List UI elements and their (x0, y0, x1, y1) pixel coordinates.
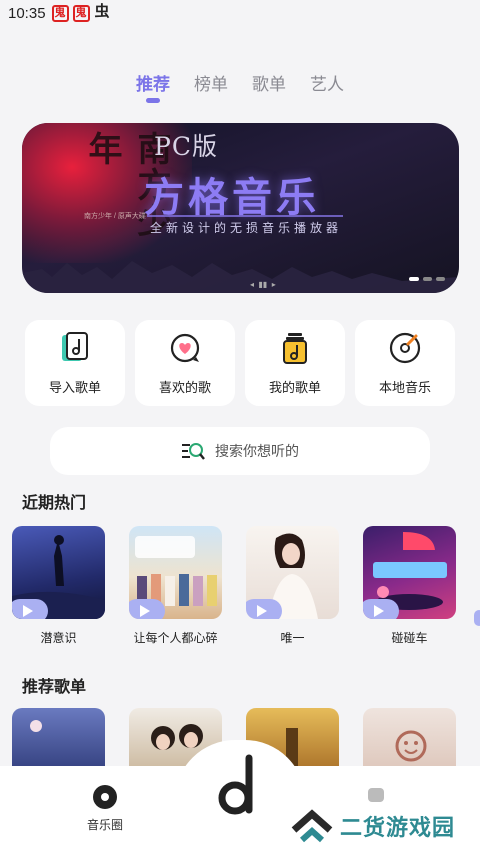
import-playlist-button[interactable]: 导入歌单 (25, 320, 125, 406)
hot-song-item[interactable]: 让每个人都心碎 (129, 526, 222, 656)
notification-icon-1: 鬼 (51, 4, 69, 22)
pager-dot (436, 277, 445, 281)
tab-label: 艺人 (310, 75, 344, 94)
hot-songs-list: 潜意识 让每个人都心碎 唯一 碰碰车 (12, 526, 480, 656)
local-music-button[interactable]: 本地音乐 (355, 320, 455, 406)
play-icon (374, 605, 384, 617)
tab-artists[interactable]: 艺人 (310, 68, 344, 108)
play-button[interactable] (129, 599, 165, 619)
my-playlists-button[interactable]: 我的歌单 (245, 320, 345, 406)
watermark: 二货游戏园 (290, 808, 455, 844)
chevron-up-logo-icon (291, 809, 333, 843)
nav-label: 音乐圈 (86, 818, 123, 832)
tab-recommend[interactable]: 推荐 (136, 68, 170, 108)
song-cover (246, 526, 339, 619)
nav-music-circle[interactable]: 音乐圈 (80, 784, 130, 833)
song-cover (129, 526, 222, 619)
disc-icon (93, 785, 117, 809)
status-time: 10:35 (8, 4, 46, 22)
hot-song-item[interactable]: 潜意识 (12, 526, 105, 656)
promo-banner[interactable]: 南方少年 南方少年 / 原声大碟 PC版 方格音乐 全新设计的无损音乐播放器 ◂… (22, 123, 459, 293)
hot-song-item[interactable]: 碰碰车 (363, 526, 456, 656)
vinyl-disc-icon (389, 332, 421, 363)
song-title: 潜意识 (40, 631, 77, 645)
my-playlist-icon (283, 332, 307, 364)
banner-divider (147, 215, 343, 217)
song-cover (12, 526, 105, 619)
watermark-text: 二货游戏园 (340, 815, 456, 840)
notification-icon-2: 鬼 (72, 4, 90, 22)
section-title-recommended: 推荐歌单 (22, 679, 87, 696)
heart-bubble-icon (170, 333, 200, 362)
quick-label: 导入歌单 (48, 379, 101, 395)
play-button[interactable] (246, 599, 282, 619)
tab-label: 榜单 (194, 75, 228, 94)
quick-label: 我的歌单 (268, 379, 321, 395)
quick-actions: 导入歌单 喜欢的歌 我的歌单 本地音乐 (25, 320, 455, 406)
liked-songs-button[interactable]: 喜欢的歌 (135, 320, 235, 406)
tab-label: 歌单 (252, 75, 286, 94)
tab-charts[interactable]: 榜单 (194, 68, 228, 108)
song-cover (363, 526, 456, 619)
section-title-hot: 近期热门 (22, 495, 87, 512)
notification-icon-3: 虫 (94, 2, 110, 20)
song-title: 唯一 (280, 631, 305, 645)
status-bar: 10:35 鬼 鬼 虫 (0, 0, 480, 26)
search-bar[interactable]: 搜索你想听的 (50, 427, 430, 475)
tab-playlists[interactable]: 歌单 (252, 68, 286, 108)
play-icon (140, 605, 150, 617)
play-button[interactable] (12, 599, 48, 619)
search-icon (182, 443, 205, 460)
banner-pc-label: PC版 (154, 132, 218, 161)
top-tabs: 推荐 榜单 歌单 艺人 (0, 68, 480, 108)
quick-label: 喜欢的歌 (158, 379, 211, 395)
d-logo-icon[interactable] (215, 754, 265, 826)
tab-indicator (146, 98, 160, 103)
play-button[interactable] (363, 599, 399, 619)
banner-pager (409, 277, 445, 281)
song-title: 让每个人都心碎 (133, 631, 218, 645)
nav-profile-icon[interactable] (368, 788, 384, 802)
pager-dot (423, 277, 432, 281)
next-item-peek (474, 610, 480, 626)
quick-label: 本地音乐 (378, 379, 431, 395)
search-placeholder: 搜索你想听的 (215, 443, 299, 459)
pager-dot (409, 277, 419, 281)
banner-waveform (22, 261, 459, 293)
import-playlist-icon (62, 331, 88, 361)
play-icon (257, 605, 267, 617)
tab-label: 推荐 (136, 75, 170, 94)
banner-player-controls: ◂ ▮▮ ▸ (250, 280, 276, 289)
song-title: 碰碰车 (391, 631, 428, 645)
hot-song-item[interactable]: 唯一 (246, 526, 339, 656)
play-icon (23, 605, 33, 617)
